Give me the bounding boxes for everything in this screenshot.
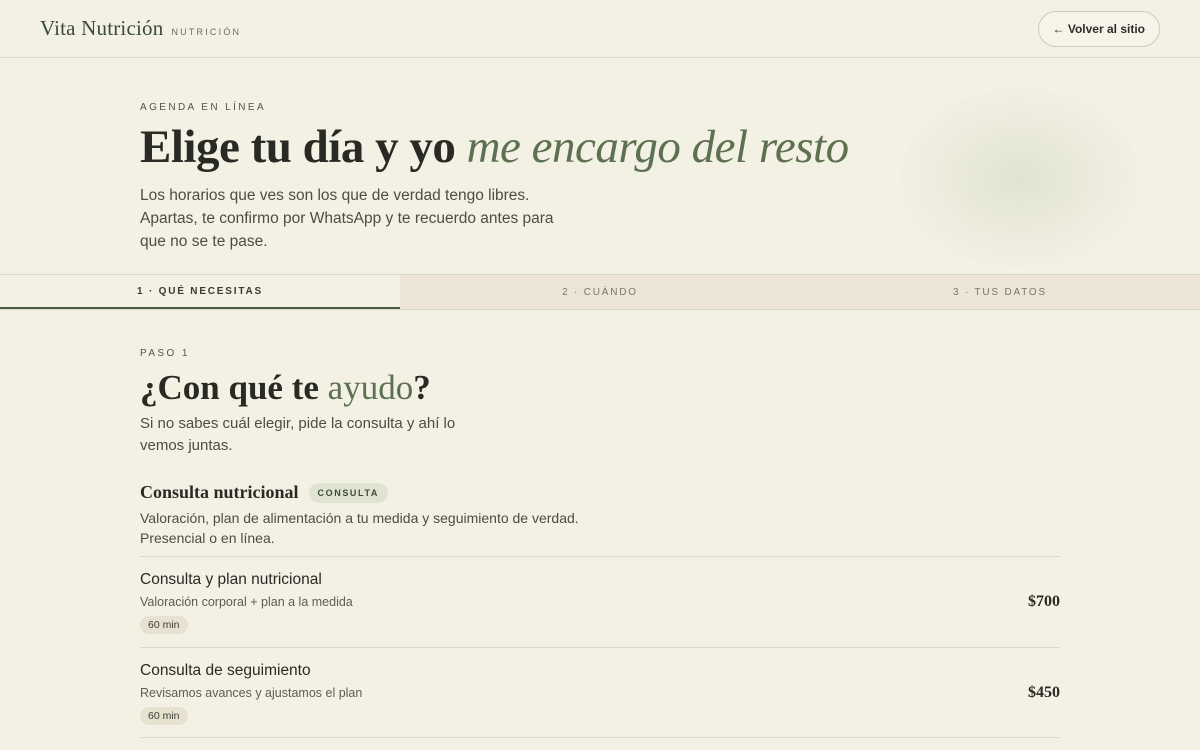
brand-tagline: NUTRICIÓN bbox=[171, 27, 242, 37]
step-tab-what[interactable]: 1 · QUÉ NECESITAS bbox=[0, 275, 400, 309]
category-description: Valoración, plan de alimentación a tu me… bbox=[140, 510, 579, 546]
page-title-main: Elige tu día y yo bbox=[140, 121, 456, 173]
brand[interactable]: Vita Nutrición NUTRICIÓN bbox=[40, 16, 241, 41]
service-duration-badge: 60 min bbox=[140, 707, 188, 725]
brand-name: Vita Nutrición bbox=[40, 16, 164, 40]
service-duration-badge: 60 min bbox=[140, 616, 188, 634]
service-option[interactable]: Consulta de seguimiento Revisamos avance… bbox=[140, 647, 1060, 738]
page-title: Elige tu día y yo me encargo del resto bbox=[140, 120, 849, 174]
service-subtitle: Revisamos avances y ajustamos el plan bbox=[140, 686, 363, 700]
category-name: Consulta nutricional bbox=[140, 482, 299, 502]
step-title-accent: ayudo bbox=[327, 368, 414, 407]
hero-eyebrow: AGENDA EN LÍNEA bbox=[140, 102, 267, 113]
service-name: Consulta de seguimiento bbox=[140, 662, 311, 679]
step-title-post: ? bbox=[413, 368, 431, 407]
category-header: Consulta nutricional CONSULTA bbox=[140, 482, 388, 503]
step-eyebrow: PASO 1 bbox=[140, 348, 190, 359]
page-title-accent: me encargo del resto bbox=[466, 121, 850, 173]
back-to-site-button[interactable]: ← Volver al sitio bbox=[1037, 10, 1160, 47]
service-list: Consulta y plan nutricional Valoración c… bbox=[140, 556, 1060, 738]
service-price: $700 bbox=[1028, 593, 1060, 610]
service-option[interactable]: Consulta y plan nutricional Valoración c… bbox=[140, 556, 1060, 647]
category-badge: CONSULTA bbox=[308, 482, 388, 503]
top-bar: Vita Nutrición NUTRICIÓN ← Volver al sit… bbox=[0, 0, 1200, 58]
booking-steps: 1 · QUÉ NECESITAS 2 · CUÁNDO 3 · TUS DAT… bbox=[0, 274, 1200, 310]
step-title: ¿Con qué te ayudo? bbox=[140, 368, 431, 408]
service-subtitle: Valoración corporal + plan a la medida bbox=[140, 595, 353, 609]
step-tab-details[interactable]: 3 · TUS DATOS bbox=[800, 275, 1200, 309]
service-name: Consulta y plan nutricional bbox=[140, 571, 322, 588]
step-description: Si no sabes cuál elegir, pide la consult… bbox=[140, 415, 456, 454]
step-title-pre: ¿Con qué te bbox=[140, 368, 319, 407]
hero-description: Los horarios que ves son los que de verd… bbox=[140, 187, 554, 250]
service-price: $450 bbox=[1028, 684, 1060, 701]
step-tab-when[interactable]: 2 · CUÁNDO bbox=[400, 275, 800, 309]
hero-decoration bbox=[900, 88, 1140, 268]
hero: AGENDA EN LÍNEA Elige tu día y yo me enc… bbox=[0, 58, 1200, 274]
